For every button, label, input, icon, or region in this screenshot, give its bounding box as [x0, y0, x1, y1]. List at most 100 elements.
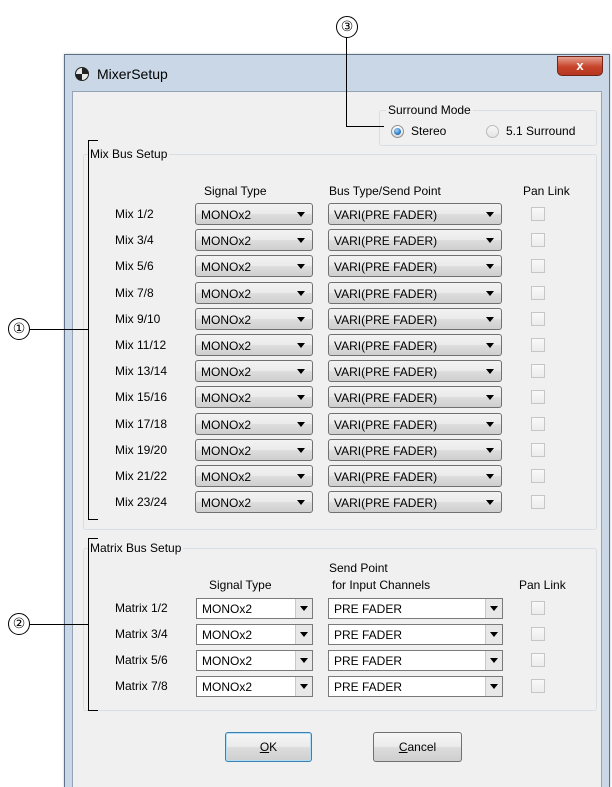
title-bar[interactable]: MixerSetup x — [65, 55, 609, 91]
matrix-send-point-select[interactable]: PRE FADER — [328, 676, 503, 697]
matrix-row-label: Matrix 3/4 — [115, 627, 168, 641]
mix-pan-link-checkbox[interactable] — [531, 233, 545, 248]
mix-bus-type-select[interactable]: VARI(PRE FADER) — [328, 412, 502, 435]
matrix-send-point-dropdown-button[interactable] — [485, 625, 502, 644]
chevron-down-icon — [490, 658, 498, 663]
mix-signal-type-select[interactable]: MONOx2 — [195, 203, 313, 225]
matrix-send-point-dropdown-button[interactable] — [485, 677, 502, 696]
mix-signal-type-select[interactable]: MONOx2 — [195, 438, 313, 461]
matrix-pan-link-checkbox[interactable] — [531, 653, 545, 667]
mixer-setup-window: MixerSetup x Surround Mode Stereo 5.1 Su… — [64, 54, 610, 787]
mix-pan-link-checkbox[interactable] — [531, 259, 545, 274]
close-button[interactable]: x — [557, 56, 603, 76]
callout-1: ① — [8, 318, 30, 340]
matrix-signal-type-dropdown-button[interactable] — [295, 677, 312, 696]
mix-pan-link-checkbox[interactable] — [531, 442, 545, 457]
mix-bus-type-select[interactable]: VARI(PRE FADER) — [328, 307, 502, 330]
mix-bus-type-select[interactable]: VARI(PRE FADER) — [328, 229, 502, 252]
matrix-signal-type-select[interactable]: MONOx2 — [196, 598, 313, 619]
mix-bus-type-select[interactable]: VARI(PRE FADER) — [328, 438, 502, 461]
callout-2-line — [30, 624, 88, 626]
matrix-send-point-dropdown-button[interactable] — [485, 651, 502, 670]
mix-signal-type-select[interactable]: MONOx2 — [195, 255, 313, 278]
mix-bus-type-select[interactable]: VARI(PRE FADER) — [328, 465, 502, 487]
mix-bus-type-select[interactable]: VARI(PRE FADER) — [328, 491, 502, 514]
mix-signal-type-select[interactable]: MONOx2 — [195, 386, 313, 409]
mix-row-label: Mix 17/18 — [115, 416, 168, 431]
matrix-signal-type-select[interactable]: MONOx2 — [196, 624, 313, 645]
matrix-header-pan-link: Pan Link — [519, 578, 566, 592]
chevron-down-icon — [490, 684, 498, 689]
mix-bus-type-select[interactable]: VARI(PRE FADER) — [328, 386, 502, 409]
mix-bus-type-value: VARI(PRE FADER) — [334, 260, 438, 275]
chevron-down-icon — [297, 395, 305, 401]
matrix-pan-link-checkbox[interactable] — [531, 627, 545, 641]
mix-pan-link-checkbox[interactable] — [531, 285, 545, 300]
mix-pan-link-checkbox[interactable] — [531, 338, 545, 352]
matrix-header-signal-type: Signal Type — [209, 578, 272, 592]
matrix-signal-type-dropdown-button[interactable] — [295, 625, 312, 644]
mix-header-pan-link: Pan Link — [523, 184, 570, 198]
mix-row-label: Mix 11/12 — [115, 338, 167, 352]
mix-bus-type-select[interactable]: VARI(PRE FADER) — [328, 360, 502, 383]
chevron-down-icon — [300, 632, 308, 637]
radio-stereo[interactable] — [391, 125, 404, 138]
mix-bus-type-select[interactable]: VARI(PRE FADER) — [328, 334, 502, 356]
chevron-down-icon — [297, 447, 305, 453]
matrix-send-point-select[interactable]: PRE FADER — [328, 650, 503, 671]
mix-bus-type-value: VARI(PRE FADER) — [334, 312, 438, 327]
ok-button-label: K — [269, 740, 278, 754]
matrix-signal-type-select[interactable]: MONOx2 — [196, 650, 313, 671]
mix-bus-type-select[interactable]: VARI(PRE FADER) — [328, 281, 502, 304]
chevron-down-icon — [486, 238, 494, 244]
chevron-down-icon — [297, 212, 305, 217]
mix-pan-link-checkbox[interactable] — [531, 207, 545, 221]
callout-1-bracket-bottom — [88, 519, 98, 521]
mix-pan-link-checkbox[interactable] — [531, 495, 545, 510]
matrix-send-point-value: PRE FADER — [334, 628, 403, 642]
app-icon — [75, 67, 89, 81]
matrix-send-point-select[interactable]: PRE FADER — [328, 624, 503, 645]
mix-pan-link-checkbox[interactable] — [531, 469, 545, 483]
matrix-header-send-point-sub: for Input Channels — [332, 578, 431, 592]
mix-bus-type-select[interactable]: VARI(PRE FADER) — [328, 255, 502, 278]
mix-signal-type-select[interactable]: MONOx2 — [195, 334, 313, 356]
matrix-pan-link-checkbox[interactable] — [531, 679, 545, 693]
matrix-pan-link-checkbox[interactable] — [531, 601, 545, 615]
chevron-down-icon — [486, 474, 494, 479]
mix-signal-type-select[interactable]: MONOx2 — [195, 465, 313, 487]
mix-signal-type-select[interactable]: MONOx2 — [195, 412, 313, 435]
surround-mode-title: Surround Mode — [386, 103, 473, 117]
matrix-signal-type-dropdown-button[interactable] — [295, 651, 312, 670]
mix-bus-type-select[interactable]: VARI(PRE FADER) — [328, 203, 502, 225]
mix-signal-type-select[interactable]: MONOx2 — [195, 360, 313, 383]
mix-signal-type-value: MONOx2 — [201, 391, 252, 406]
radio-5-1-surround[interactable] — [486, 125, 499, 138]
chevron-down-icon — [300, 658, 308, 663]
matrix-signal-type-dropdown-button[interactable] — [295, 599, 312, 618]
mix-pan-link-checkbox[interactable] — [531, 416, 545, 431]
ok-button[interactable]: OK — [225, 732, 312, 762]
mix-signal-type-select[interactable]: MONOx2 — [195, 281, 313, 304]
mix-signal-type-select[interactable]: MONOx2 — [195, 229, 313, 252]
matrix-send-point-select[interactable]: PRE FADER — [328, 598, 503, 619]
mix-pan-link-checkbox[interactable] — [531, 311, 545, 326]
mix-signal-type-select[interactable]: MONOx2 — [195, 491, 313, 514]
mix-pan-link-checkbox[interactable] — [531, 364, 545, 379]
dialog-client-area: Surround Mode Stereo 5.1 Surround Mix Bu… — [72, 91, 602, 787]
mix-row-label: Mix 5/6 — [115, 259, 154, 274]
chevron-down-icon — [486, 395, 494, 401]
mix-signal-type-select[interactable]: MONOx2 — [195, 307, 313, 330]
chevron-down-icon — [486, 212, 494, 217]
callout-2-bracket-v — [88, 538, 90, 711]
mix-pan-link-checkbox[interactable] — [531, 390, 545, 405]
matrix-bus-setup-title: Matrix Bus Setup — [88, 541, 184, 555]
chevron-down-icon — [297, 421, 305, 427]
mix-row-label: Mix 3/4 — [115, 233, 154, 248]
callout-1-bracket-top — [88, 140, 98, 142]
callout-3-line-v — [346, 38, 348, 127]
matrix-send-point-dropdown-button[interactable] — [485, 599, 502, 618]
matrix-header-send-point: Send Point — [329, 561, 388, 575]
cancel-button[interactable]: Cancel — [373, 732, 462, 762]
matrix-signal-type-select[interactable]: MONOx2 — [196, 676, 313, 697]
